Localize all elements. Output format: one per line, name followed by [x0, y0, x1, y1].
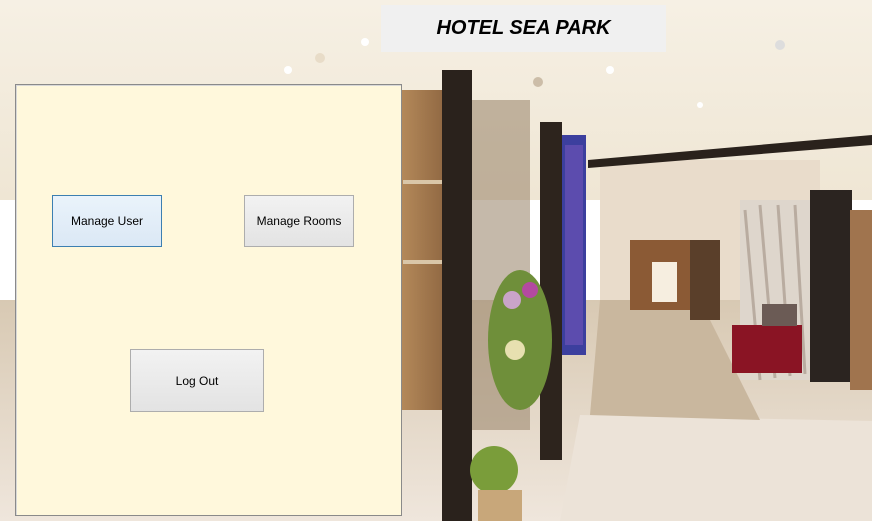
manage-user-button[interactable]: Manage User [52, 195, 162, 247]
main-menu-panel: Manage User Manage Rooms Log Out [15, 84, 402, 516]
logout-button[interactable]: Log Out [130, 349, 264, 412]
manage-rooms-button[interactable]: Manage Rooms [244, 195, 354, 247]
app-title: HOTEL SEA PARK [436, 17, 611, 39]
app-title-banner: HOTEL SEA PARK [381, 5, 666, 52]
